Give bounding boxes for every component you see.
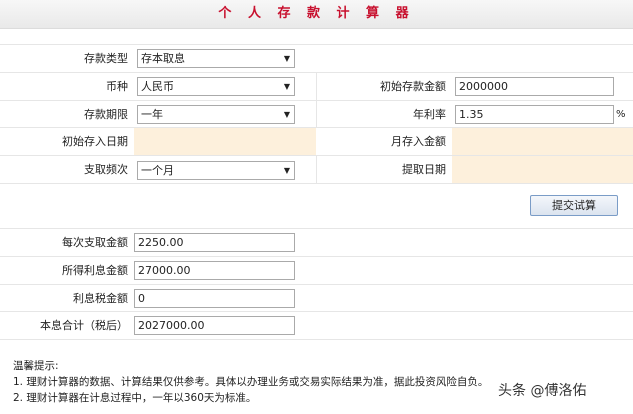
deposit-type-label: 存款类型 bbox=[84, 52, 128, 65]
currency-label: 币种 bbox=[106, 80, 128, 93]
divider bbox=[0, 183, 633, 184]
tax-output: 0 bbox=[134, 289, 295, 308]
deposit-type-value: 存本取息 bbox=[141, 52, 185, 65]
row-frequency: 支取频次 一个月 ▼ 提取日期 bbox=[0, 155, 633, 184]
watermark: 头条 @傅洛佑 bbox=[498, 383, 587, 399]
total-label: 本息合计（税后） bbox=[40, 319, 128, 332]
row-initial-date: 初始存入日期 月存入金额 bbox=[0, 127, 633, 156]
notes-line: 2. 理财计算器在计息过程中，一年以360天为标准。 bbox=[13, 392, 257, 404]
row-deposit-type: 存款类型 存本取息 ▼ bbox=[0, 44, 633, 72]
term-value: 一年 bbox=[141, 108, 163, 121]
divider bbox=[0, 339, 633, 340]
notes: 温馨提示: 1. 理财计算器的数据、计算结果仅供参考。具体以办理业务或交易实际结… bbox=[13, 358, 488, 406]
row-withdraw-amount: 每次支取金额 2250.00 bbox=[0, 228, 633, 256]
row-currency: 币种 人民币 ▼ 初始存款金额 2000000 bbox=[0, 72, 633, 100]
row-total: 本息合计（税后） 2027000.00 bbox=[0, 311, 633, 339]
frequency-label: 支取频次 bbox=[84, 163, 128, 176]
currency-select[interactable]: 人民币 ▼ bbox=[137, 77, 295, 96]
row-tax: 利息税金额 0 bbox=[0, 284, 633, 312]
row-term: 存款期限 一年 ▼ 年利率 1.35 % bbox=[0, 100, 633, 128]
withdraw-amount-output: 2250.00 bbox=[134, 233, 295, 252]
notes-heading: 温馨提示: bbox=[13, 360, 59, 372]
initial-amount-label: 初始存款金额 bbox=[380, 80, 446, 93]
interest-label: 所得利息金额 bbox=[62, 264, 128, 277]
rate-input[interactable]: 1.35 bbox=[455, 105, 614, 124]
term-label: 存款期限 bbox=[84, 108, 128, 121]
rate-label: 年利率 bbox=[413, 108, 446, 121]
rate-unit: % bbox=[616, 109, 626, 120]
initial-amount-input[interactable]: 2000000 bbox=[455, 77, 614, 96]
interest-output: 27000.00 bbox=[134, 261, 295, 280]
chevron-down-icon: ▼ bbox=[283, 82, 290, 91]
monthly-amount-field[interactable] bbox=[452, 128, 633, 156]
total-output: 2027000.00 bbox=[134, 316, 295, 335]
chevron-down-icon: ▼ bbox=[283, 166, 290, 175]
initial-date-field[interactable] bbox=[134, 128, 316, 156]
page-title: 个 人 存 款 计 算 器 bbox=[218, 6, 415, 21]
row-interest: 所得利息金额 27000.00 bbox=[0, 256, 633, 284]
chevron-down-icon: ▼ bbox=[283, 110, 290, 119]
withdraw-date-label: 提取日期 bbox=[402, 163, 446, 176]
currency-value: 人民币 bbox=[141, 80, 174, 93]
frequency-value: 一个月 bbox=[141, 164, 174, 177]
submit-button[interactable]: 提交试算 bbox=[530, 195, 618, 216]
term-select[interactable]: 一年 ▼ bbox=[137, 105, 295, 124]
withdraw-amount-label: 每次支取金额 bbox=[62, 236, 128, 249]
tax-label: 利息税金额 bbox=[73, 292, 128, 305]
initial-date-label: 初始存入日期 bbox=[62, 135, 128, 148]
monthly-amount-label: 月存入金额 bbox=[391, 135, 446, 148]
withdraw-date-field[interactable] bbox=[452, 156, 633, 184]
notes-line: 1. 理财计算器的数据、计算结果仅供参考。具体以办理业务或交易实际结果为准，据此… bbox=[13, 376, 489, 388]
chevron-down-icon: ▼ bbox=[283, 54, 290, 63]
deposit-type-select[interactable]: 存本取息 ▼ bbox=[137, 49, 295, 68]
frequency-select[interactable]: 一个月 ▼ bbox=[137, 161, 295, 180]
